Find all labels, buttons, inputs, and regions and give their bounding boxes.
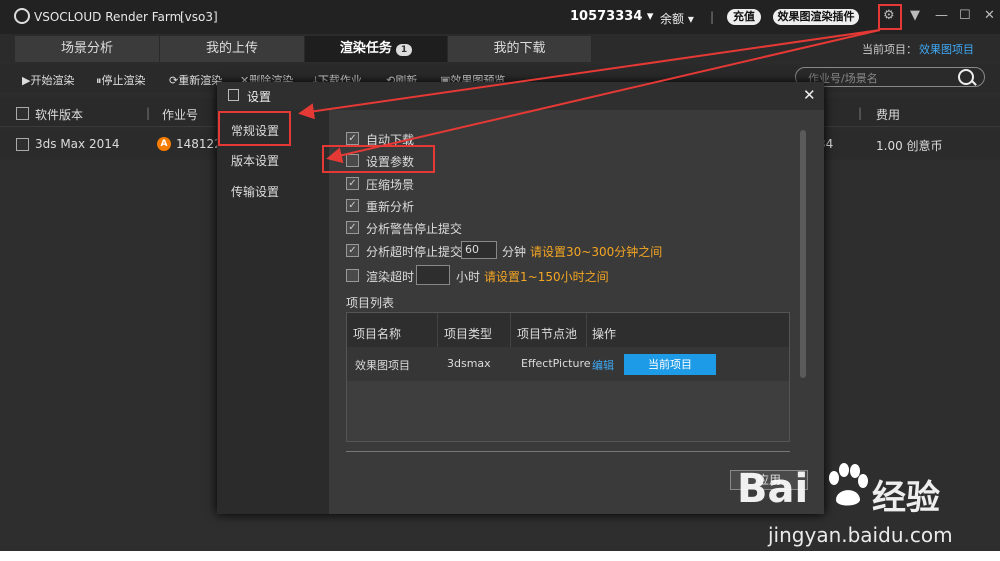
timeout-stop-checkbox[interactable]: ✓ xyxy=(346,244,359,257)
settings-icon xyxy=(228,89,239,101)
dialog-sidebar xyxy=(217,110,329,514)
timeout-minutes-input[interactable]: 60 xyxy=(461,241,497,259)
rerender-button[interactable]: ⟳重新渲染 xyxy=(169,72,222,88)
dialog-title: 设置 xyxy=(247,90,272,104)
close-icon[interactable]: ✕ xyxy=(984,8,995,23)
dropdown-icon[interactable]: ▼ xyxy=(910,8,920,23)
render-timeout-input[interactable] xyxy=(416,265,450,285)
col-project-name: 项目名称 xyxy=(353,327,402,341)
general-highlight-box xyxy=(218,111,291,146)
current-project-label: 当前项目： xyxy=(862,43,917,56)
warning-stop-label: 分析警告停止提交 xyxy=(366,222,463,236)
start-render-button[interactable]: ▶开始渲染 xyxy=(22,72,74,88)
minimize-icon[interactable]: — xyxy=(935,8,948,23)
project-type: 3dsmax xyxy=(447,357,491,370)
warning-stop-checkbox[interactable]: ✓ xyxy=(346,221,359,234)
reanalyze-checkbox[interactable]: ✓ xyxy=(346,199,359,212)
project-pool: EffectPicture xyxy=(521,357,591,370)
row-job-id: 148122 xyxy=(176,137,222,151)
compress-scene-checkbox[interactable]: ✓ xyxy=(346,177,359,190)
auto-download-checkbox[interactable]: ✓ xyxy=(346,132,359,145)
col-action: 操作 xyxy=(592,327,617,341)
gear-highlight-box xyxy=(878,4,902,30)
tab-my-download[interactable]: 我的下载 xyxy=(448,36,592,62)
row-software: 3ds Max 2014 xyxy=(35,137,120,151)
col-divider: | xyxy=(858,106,863,120)
dialog-close-icon[interactable]: ✕ xyxy=(803,86,816,104)
app-logo-icon xyxy=(14,8,30,24)
sidebar-item-version[interactable]: 版本设置 xyxy=(231,152,279,169)
tab-my-upload[interactable]: 我的上传 xyxy=(160,36,305,62)
render-timeout-label: 渲染超时 xyxy=(366,270,415,284)
timeout-minutes-hint: 请设置30~300分钟之间 xyxy=(530,245,663,259)
watermark-url: jingyan.baidu.com xyxy=(768,523,953,547)
compress-scene-label: 压缩场景 xyxy=(366,178,415,192)
app-name: VSOCLOUD Render Farm xyxy=(34,10,182,24)
hours-unit: 小时 xyxy=(456,270,481,284)
project-name: 效果图项目 xyxy=(355,359,410,372)
col-job-id: 作业号 xyxy=(162,108,199,122)
col-divider xyxy=(437,313,438,347)
row-cost: 1.00 创意币 xyxy=(876,139,943,153)
tab-render-tasks[interactable]: 渲染任务 1 xyxy=(305,36,448,62)
reanalyze-label: 重新分析 xyxy=(366,200,415,214)
bottom-strip xyxy=(0,551,1000,561)
watermark-logo-text: 经验 xyxy=(872,478,940,518)
col-divider: | xyxy=(146,106,151,120)
render-timeout-hint: 请设置1~150小时之间 xyxy=(484,270,609,284)
tab-scene-analysis[interactable]: 场景分析 xyxy=(15,36,160,62)
status-badge: A xyxy=(157,137,171,151)
stop-render-button[interactable]: ⏸停止渲染 xyxy=(96,72,146,88)
account-menu[interactable]: 10573334 ▾ xyxy=(570,9,653,24)
col-software-version: 软件版本 xyxy=(35,108,84,122)
instance-label: [vso3] xyxy=(180,10,218,24)
task-count-badge: 1 xyxy=(395,44,413,56)
project-list-label: 项目列表 xyxy=(346,296,395,310)
timeout-stop-label: 分析超时停止提交 xyxy=(366,245,463,259)
tab-render-tasks-label: 渲染任务 xyxy=(339,41,392,56)
watermark-logo: Bai xyxy=(737,466,809,512)
dialog-scrollbar[interactable] xyxy=(800,130,806,378)
recharge-button[interactable]: 充值 xyxy=(727,9,761,25)
sidebar-item-transfer[interactable]: 传输设置 xyxy=(231,183,279,200)
baidu-paw-icon xyxy=(829,463,868,506)
set-params-highlight-box xyxy=(322,145,435,173)
col-divider xyxy=(586,313,587,347)
minutes-unit: 分钟 xyxy=(502,245,527,259)
plugin-button[interactable]: 效果图渲染插件 xyxy=(773,9,859,25)
title-separator: | xyxy=(710,10,715,24)
col-cost: 费用 xyxy=(876,108,901,122)
search-icon[interactable] xyxy=(958,69,974,85)
col-project-type: 项目类型 xyxy=(444,327,493,341)
col-project-pool: 项目节点池 xyxy=(517,327,578,341)
divider xyxy=(346,451,790,452)
dialog-header xyxy=(217,82,824,110)
current-project-button[interactable]: 当前项目 xyxy=(624,354,716,375)
render-timeout-checkbox[interactable] xyxy=(346,269,359,282)
col-divider xyxy=(510,313,511,347)
edit-project-link[interactable]: 编辑 xyxy=(592,357,614,373)
balance-menu[interactable]: 余额 ▾ xyxy=(660,10,694,27)
select-all-checkbox[interactable] xyxy=(16,107,29,120)
row-checkbox[interactable] xyxy=(16,138,29,151)
current-project-link[interactable]: 效果图项目 xyxy=(919,41,974,57)
maximize-icon[interactable]: ☐ xyxy=(959,8,971,23)
